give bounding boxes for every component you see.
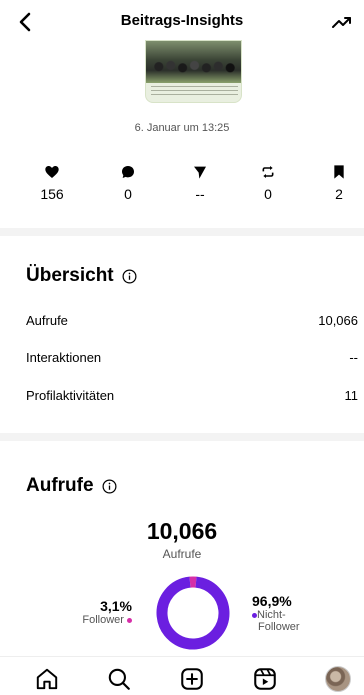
views-heading: Aufrufe: [26, 475, 117, 497]
repost-icon: [262, 166, 274, 178]
comment-icon: [122, 166, 134, 178]
stat-shares: --: [175, 164, 225, 202]
views-title: Aufrufe: [26, 475, 94, 496]
info-icon[interactable]: [102, 479, 117, 494]
row-label: Aufrufe: [26, 313, 68, 328]
stat-value: 2: [335, 186, 343, 202]
post-date: 6. Januar um 13:25: [134, 122, 230, 134]
stat-saves: 2: [314, 164, 364, 202]
create-icon[interactable]: [179, 666, 205, 692]
row-label: Interaktionen: [26, 350, 102, 365]
legend-follower: 3,1% Follower: [82, 598, 132, 626]
stat-value: 156: [40, 186, 64, 202]
stat-likes: 156: [27, 164, 77, 202]
overview-row-views[interactable]: Aufrufe 10,066: [26, 313, 358, 328]
overview-row-profile-activity[interactable]: Profilaktivitäten 11: [26, 388, 358, 403]
views-total-label: Aufrufe: [162, 547, 202, 561]
nonfollower-label-row: Nicht- Follower: [252, 609, 300, 633]
nonfollower-label-line1: Nicht-: [257, 609, 286, 621]
stat-reposts: 0: [243, 164, 293, 202]
section-divider: [0, 433, 364, 441]
follower-dot: [127, 617, 132, 623]
nonfollower-percentage: 96,9%: [252, 593, 292, 609]
views-total: 10,066: [146, 518, 218, 544]
send-icon: [194, 166, 206, 179]
heart-icon: [45, 166, 59, 178]
donut-slice-nonfollower: [156, 576, 230, 650]
stat-value: 0: [124, 186, 132, 202]
post-photo-people: [152, 57, 237, 81]
stats-row: 156 0 -- 0 2: [0, 164, 364, 206]
page-title: Beitrags-Insights: [120, 12, 244, 29]
info-icon[interactable]: [122, 269, 137, 284]
overview-row-interactions[interactable]: Interaktionen --: [26, 350, 358, 365]
stat-value: 0: [264, 186, 272, 202]
row-value: 10,066: [318, 313, 358, 328]
nonfollower-label-line2: Follower: [258, 621, 300, 633]
follower-percentage: 3,1%: [100, 598, 132, 614]
trending-up-icon[interactable]: [330, 10, 354, 34]
profile-avatar[interactable]: [325, 666, 351, 692]
post-thumbnail[interactable]: [145, 40, 242, 103]
bookmark-icon: [334, 165, 344, 179]
follower-label-row: Follower: [82, 614, 132, 626]
search-icon[interactable]: [106, 666, 132, 692]
stat-value: --: [195, 186, 205, 202]
bottom-navigation: [0, 656, 364, 695]
home-icon[interactable]: [34, 666, 60, 692]
post-caption-preview: [151, 86, 238, 98]
row-label: Profilaktivitäten: [26, 388, 115, 403]
legend-nonfollower: 96,9% Nicht- Follower: [252, 593, 300, 633]
reels-icon[interactable]: [252, 666, 278, 692]
row-value: --: [349, 350, 358, 365]
header: Beitrags-Insights: [0, 0, 364, 44]
follower-label: Follower: [82, 614, 124, 626]
overview-heading: Übersicht: [26, 265, 137, 287]
section-divider: [0, 228, 364, 236]
row-value: 11: [344, 388, 359, 403]
views-donut-chart: [156, 576, 230, 650]
stat-comments: 0: [103, 164, 153, 202]
overview-title: Übersicht: [26, 265, 114, 286]
